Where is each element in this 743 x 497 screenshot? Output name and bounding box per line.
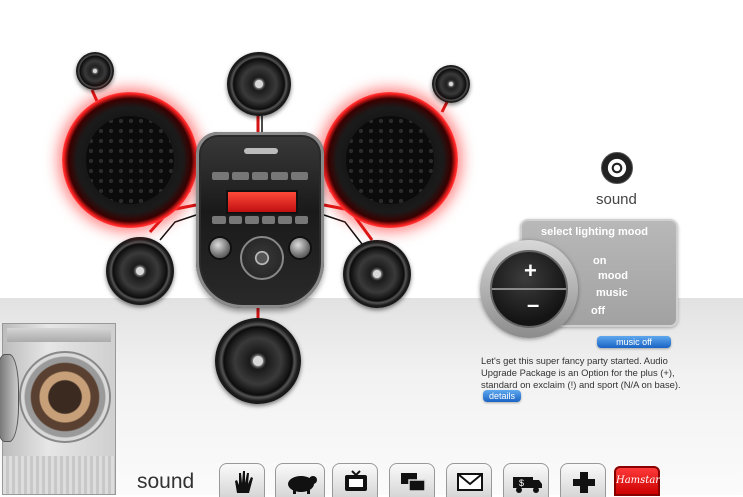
- stereo-display: [226, 190, 298, 214]
- speaker-bottom-center[interactable]: [215, 318, 301, 404]
- mood-option-off[interactable]: off: [591, 305, 605, 317]
- section-title: sound: [596, 191, 637, 208]
- speaker-grill: [86, 116, 174, 204]
- speaker-grill: [346, 116, 434, 204]
- stereo-head-unit[interactable]: [196, 132, 324, 308]
- glow-speaker-right[interactable]: [322, 92, 458, 228]
- cd-slot: [244, 148, 278, 154]
- svg-text:$: $: [519, 478, 524, 488]
- nav-game-button[interactable]: [560, 463, 606, 497]
- nav-hand-button[interactable]: [219, 463, 265, 497]
- mood-option-music[interactable]: music: [596, 287, 628, 299]
- glow-speaker-left[interactable]: [62, 92, 198, 228]
- brand-logo-button[interactable]: Hamstar: [614, 466, 660, 496]
- tv-icon: [345, 470, 367, 491]
- washing-machine-image: [0, 323, 116, 495]
- envelope-icon: [457, 473, 483, 491]
- hand-icon: [235, 471, 253, 493]
- mood-option-on[interactable]: on: [593, 255, 606, 267]
- washer-control-panel: [7, 328, 111, 342]
- center-dial[interactable]: [240, 236, 284, 280]
- tune-knob[interactable]: [288, 236, 312, 260]
- truck-dollar-icon: $: [513, 477, 542, 493]
- speaker-mid-right[interactable]: [343, 240, 411, 308]
- speaker-mid-left[interactable]: [106, 237, 174, 305]
- increase-button[interactable]: +: [524, 258, 537, 284]
- washer-base: [3, 456, 115, 494]
- info-paragraph: Let's get this super fancy party started…: [481, 355, 681, 390]
- dial-divider: [492, 288, 566, 290]
- nav-tv-button[interactable]: [332, 463, 378, 497]
- windows-icon: [401, 473, 426, 492]
- speaker-icon: [601, 152, 633, 184]
- nav-purchase-button[interactable]: $: [503, 463, 549, 497]
- nav-section-label: sound: [137, 470, 195, 493]
- lighting-mood-title: select lighting mood: [541, 226, 648, 238]
- details-button[interactable]: details: [483, 390, 521, 403]
- volume-knob[interactable]: [208, 236, 232, 260]
- preset-buttons: [212, 172, 308, 180]
- function-buttons: [212, 216, 308, 224]
- dpad-icon: [573, 472, 595, 493]
- nav-windows-button[interactable]: [389, 463, 435, 497]
- info-text: Let's get this super fancy party started…: [481, 355, 691, 403]
- nav-hamster-button[interactable]: [275, 463, 325, 497]
- speaker-top-center[interactable]: [227, 52, 291, 116]
- washer-door: [0, 354, 19, 442]
- tweeter-left[interactable]: [76, 52, 114, 90]
- decrease-button[interactable]: –: [527, 292, 539, 318]
- tweeter-right[interactable]: [432, 65, 470, 103]
- nav-email-button[interactable]: [446, 463, 492, 497]
- music-off-button[interactable]: music off: [597, 336, 671, 348]
- washer-drum: [19, 351, 111, 443]
- hamster-icon: [288, 476, 317, 494]
- mood-option-mood[interactable]: mood: [598, 270, 628, 282]
